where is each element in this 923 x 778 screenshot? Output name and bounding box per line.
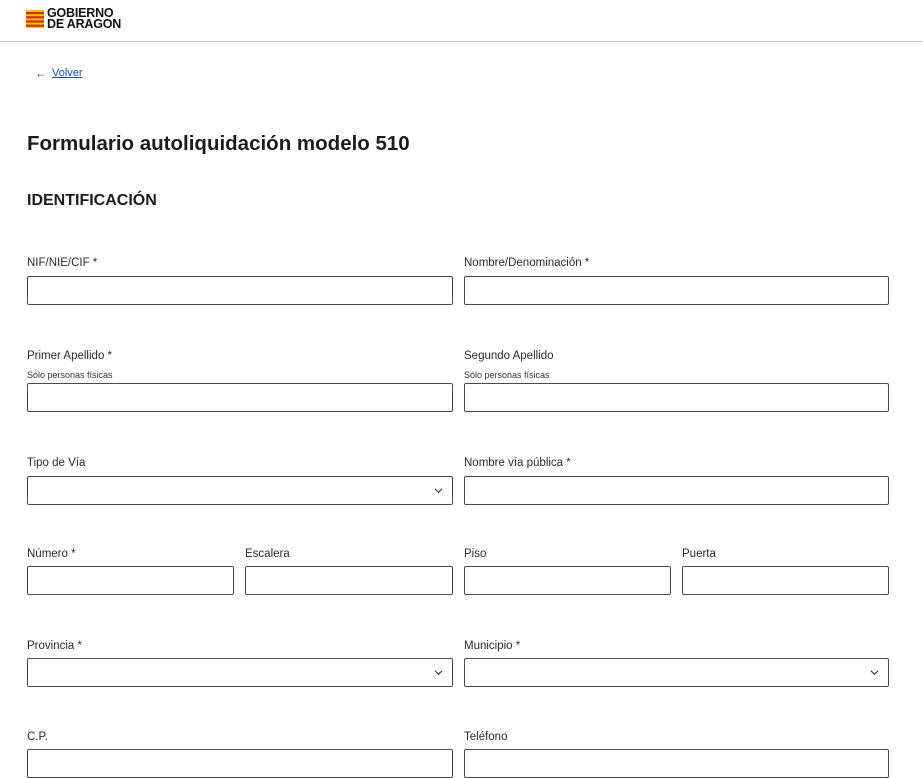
segundo-apellido-hint: Sólo personas físicas [464, 370, 550, 380]
chevron-down-icon [434, 670, 443, 676]
tipo-via-select[interactable] [27, 476, 453, 505]
cp-label: C.P. [27, 731, 48, 743]
nif-input[interactable] [27, 276, 453, 305]
nombre-input[interactable] [464, 276, 889, 305]
escalera-input[interactable] [245, 566, 453, 595]
arrow-left-icon: ← [35, 66, 47, 80]
puerta-label: Puerta [682, 548, 716, 560]
logo-line-2: DE ARAGON [47, 17, 122, 31]
tipo-via-label: Tipo de Vía [27, 457, 86, 469]
back-link[interactable]: ← Volver [35, 66, 83, 80]
piso-label: Piso [464, 548, 487, 560]
primer-apellido-label: Primer Apellido * [27, 350, 113, 362]
numero-label: Número * [27, 548, 76, 560]
segundo-apellido-label: Segundo Apellido [464, 350, 554, 362]
primer-apellido-input[interactable] [27, 383, 453, 412]
numero-input[interactable] [27, 566, 234, 595]
telefono-label: Teléfono [464, 731, 508, 743]
chevron-down-icon [434, 488, 443, 494]
aragon-flag-icon [26, 10, 44, 28]
cp-input[interactable] [27, 749, 453, 778]
telefono-input[interactable] [464, 749, 889, 778]
page-title: Formulario autoliquidación modelo 510 [27, 132, 410, 155]
segundo-apellido-input[interactable] [464, 383, 889, 412]
provincia-select[interactable] [27, 658, 453, 687]
gobierno-aragon-logo[interactable]: GOBIERNO DE ARAGON [26, 7, 122, 31]
piso-input[interactable] [464, 566, 671, 595]
nombre-via-input[interactable] [464, 476, 889, 505]
municipio-select[interactable] [464, 658, 889, 687]
primer-apellido-hint: Sólo personas físicas [27, 370, 113, 380]
section-title: IDENTIFICACIÓN [27, 192, 157, 209]
back-link-label: Volver [52, 67, 83, 79]
escalera-label: Escalera [245, 548, 290, 560]
nombre-via-label: Nombre vía pública * [464, 457, 571, 469]
logo-text: GOBIERNO DE ARAGON [47, 7, 122, 31]
site-header: GOBIERNO DE ARAGON [0, 0, 923, 42]
nif-label: NIF/NIE/CIF * [27, 257, 98, 269]
provincia-label: Provincia * [27, 640, 82, 652]
puerta-input[interactable] [682, 566, 889, 595]
chevron-down-icon [870, 670, 879, 676]
nombre-label: Nombre/Denominación * [464, 257, 590, 269]
municipio-label: Municipio * [464, 640, 521, 652]
